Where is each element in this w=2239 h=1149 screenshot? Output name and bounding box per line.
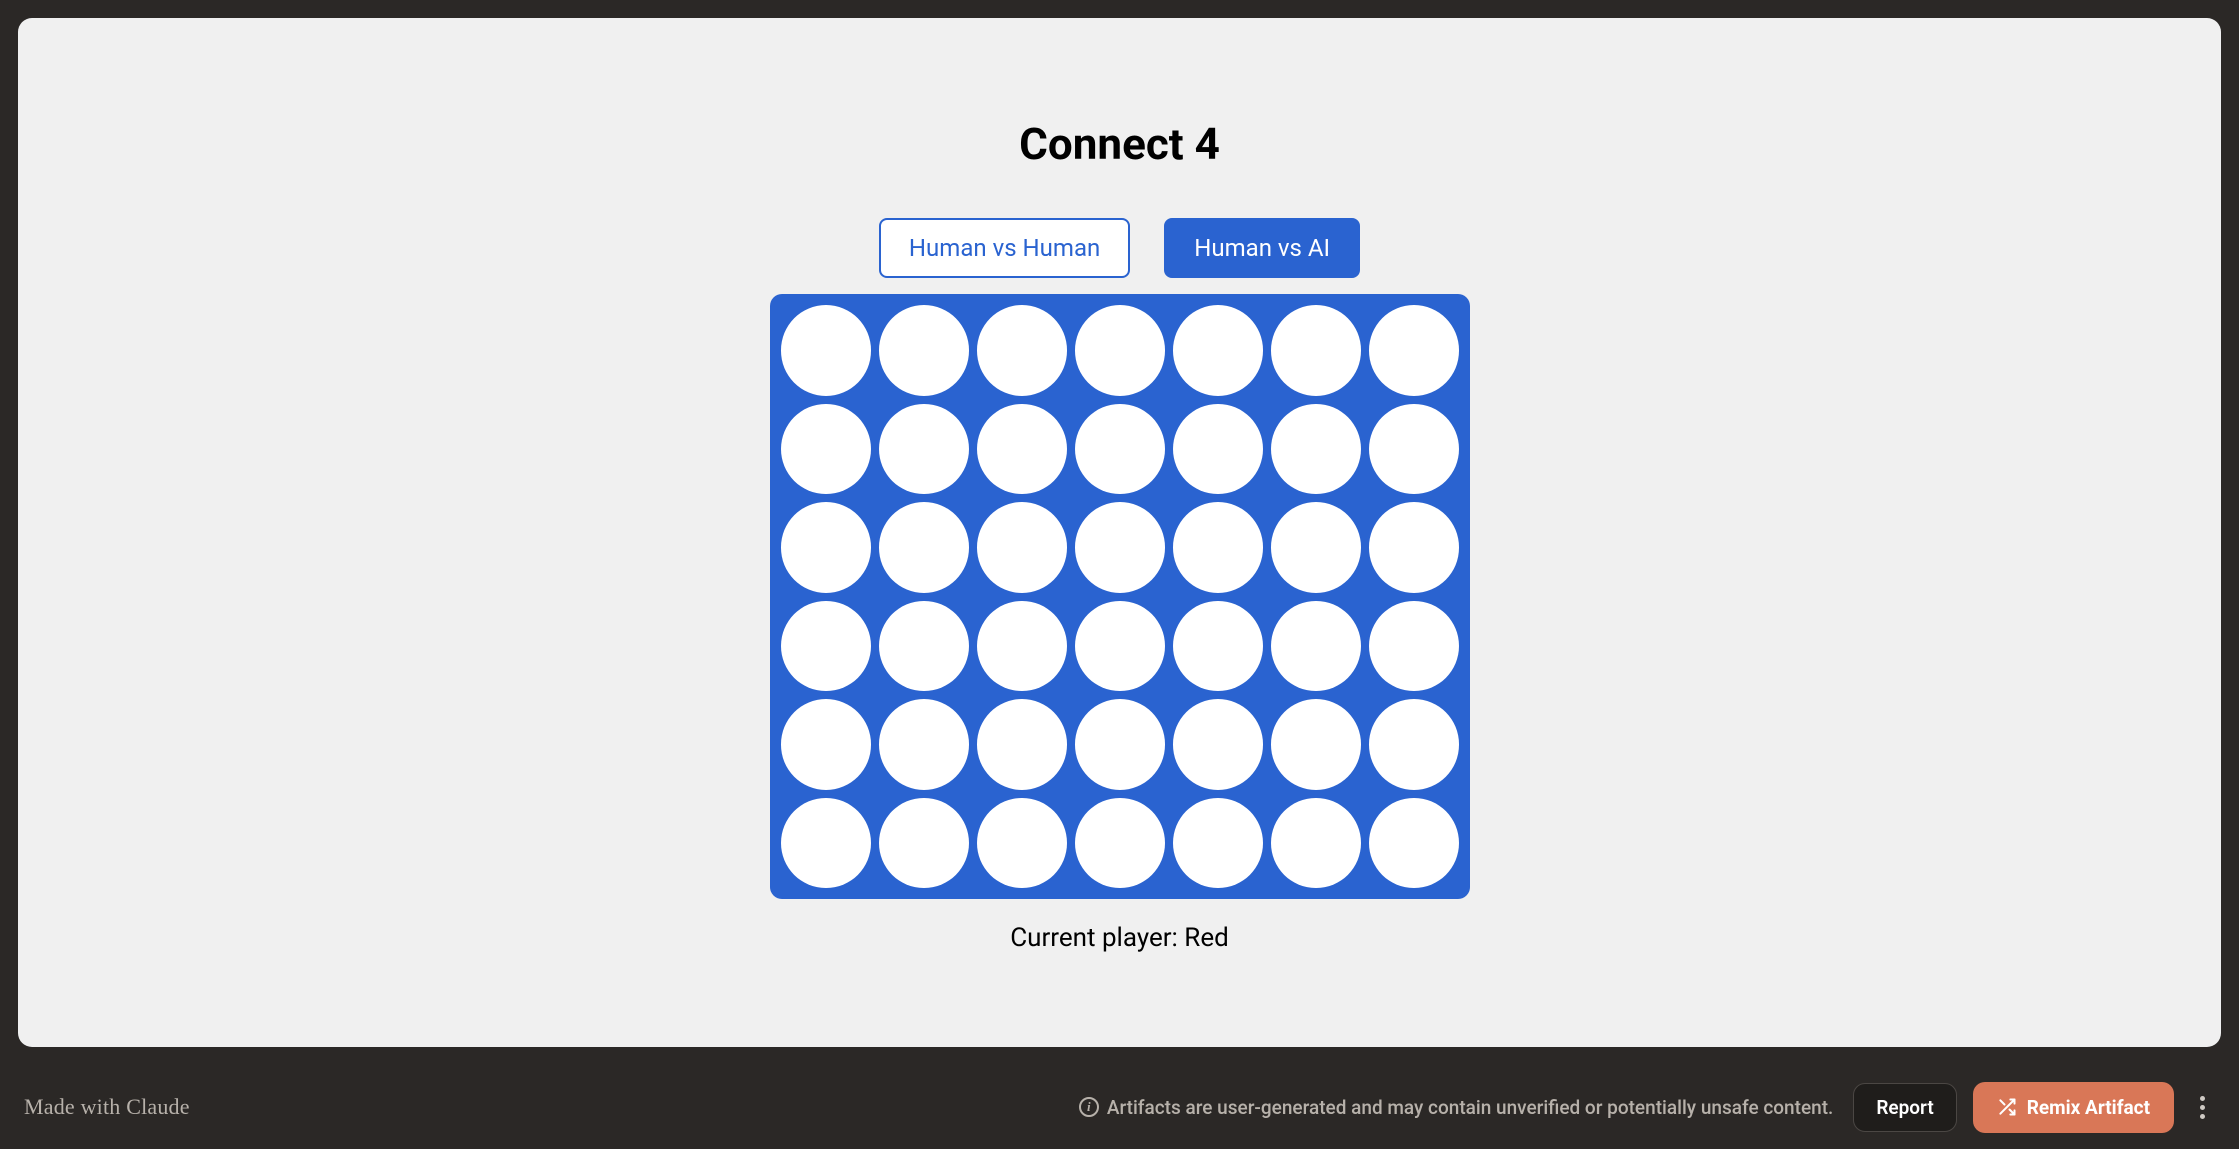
info-icon: i [1079,1097,1099,1117]
board-cell[interactable] [977,502,1067,593]
remix-artifact-button[interactable]: Remix Artifact [1973,1082,2174,1133]
disclaimer-text: Artifacts are user-generated and may con… [1107,1096,1833,1119]
board-cell[interactable] [1369,601,1459,692]
footer-bar: Made with Claude i Artifacts are user-ge… [0,1065,2239,1149]
board-cell[interactable] [1271,502,1361,593]
status-current-player: Red [1184,923,1228,953]
board-cell[interactable] [879,601,969,692]
board-cell[interactable] [1173,798,1263,889]
board-cell[interactable] [1075,601,1165,692]
board-cell[interactable] [1271,601,1361,692]
board-cell[interactable] [781,798,871,889]
status-text: Current player: Red [1010,923,1229,953]
mode-human-vs-ai-button[interactable]: Human vs AI [1164,218,1360,278]
board-cell[interactable] [1173,502,1263,593]
board-cell[interactable] [781,502,871,593]
board-cell[interactable] [1369,404,1459,495]
board-cell[interactable] [1271,699,1361,790]
report-button[interactable]: Report [1853,1083,1956,1132]
board-cell[interactable] [1173,699,1263,790]
board-cell[interactable] [977,601,1067,692]
game-board [770,294,1470,899]
board-cell[interactable] [879,404,969,495]
board-cell[interactable] [977,404,1067,495]
board-cell[interactable] [781,404,871,495]
board-cell[interactable] [781,305,871,396]
board-cell[interactable] [1173,305,1263,396]
board-cell[interactable] [1075,305,1165,396]
board-cell[interactable] [1271,798,1361,889]
board-cell[interactable] [879,798,969,889]
board-cell[interactable] [977,798,1067,889]
shuffle-icon [1997,1097,2017,1117]
board-cell[interactable] [879,305,969,396]
board-cell[interactable] [1369,699,1459,790]
status-prefix: Current player: [1010,923,1184,953]
board-cell[interactable] [977,699,1067,790]
board-cell[interactable] [879,502,969,593]
board-cell[interactable] [977,305,1067,396]
board-cell[interactable] [781,601,871,692]
mode-selector: Human vs Human Human vs AI [879,218,1360,278]
board-cell[interactable] [1271,305,1361,396]
board-cell[interactable] [1075,798,1165,889]
more-menu-button[interactable] [2190,1088,2215,1127]
remix-label: Remix Artifact [2027,1096,2150,1119]
game-title: Connect 4 [1019,118,1220,170]
made-with-prefix: Made with [24,1094,126,1119]
board-cell[interactable] [1369,305,1459,396]
board-cell[interactable] [1271,404,1361,495]
board-cell[interactable] [1173,601,1263,692]
board-cell[interactable] [1075,404,1165,495]
board-cell[interactable] [1075,699,1165,790]
disclaimer-row: i Artifacts are user-generated and may c… [1079,1096,1833,1119]
app-panel: Connect 4 Human vs Human Human vs AI Cur… [18,18,2221,1047]
app-frame: Connect 4 Human vs Human Human vs AI Cur… [0,0,2239,1065]
made-with-label[interactable]: Made with Claude [24,1094,190,1120]
board-cell[interactable] [1369,798,1459,889]
board-cell[interactable] [781,699,871,790]
mode-human-vs-human-button[interactable]: Human vs Human [879,218,1130,278]
board-cell[interactable] [1369,502,1459,593]
board-cell[interactable] [1173,404,1263,495]
made-with-brand: Claude [126,1094,190,1119]
board-cell[interactable] [879,699,969,790]
board-cell[interactable] [1075,502,1165,593]
